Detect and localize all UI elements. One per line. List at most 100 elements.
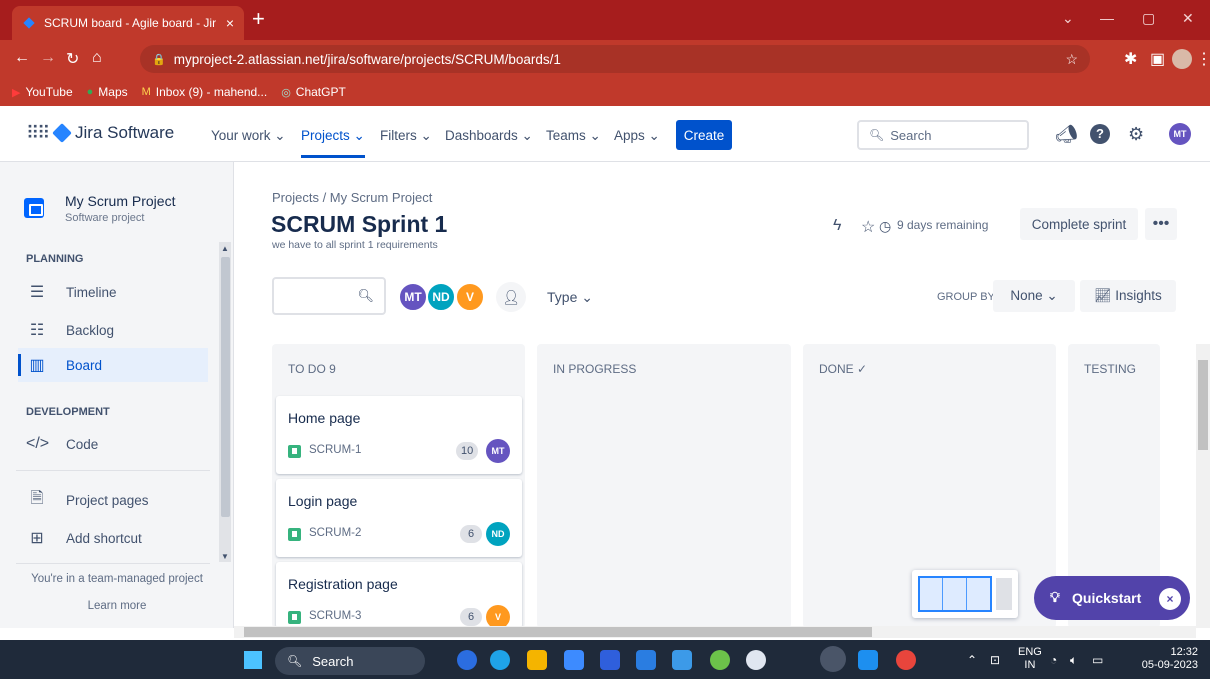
scroll-down-icon[interactable]: ▼ bbox=[221, 552, 229, 561]
sidebar-item-code[interactable]: </> Code bbox=[18, 427, 208, 461]
more-actions-button[interactable]: ••• bbox=[1145, 208, 1177, 240]
column-header: TO DO 9 bbox=[288, 362, 336, 376]
nav-projects[interactable]: Projects ⌄ bbox=[301, 128, 365, 158]
close-window-icon[interactable]: ✕ bbox=[1182, 10, 1194, 27]
nav-filters[interactable]: Filters ⌄ bbox=[380, 128, 432, 144]
jira-diamond-icon bbox=[52, 123, 72, 143]
complete-sprint-button[interactable]: Complete sprint bbox=[1020, 208, 1138, 240]
photos-icon[interactable] bbox=[672, 650, 692, 670]
sidebar-item-backlog[interactable]: ☷ Backlog bbox=[18, 313, 208, 347]
bookmark-youtube[interactable]: ▶ YouTube bbox=[12, 85, 73, 99]
jira-top-nav: ⠿⠿ Jira Software Your work ⌄ Projects ⌄ … bbox=[0, 106, 1210, 162]
help-icon[interactable]: ? bbox=[1090, 124, 1110, 144]
jira-logo[interactable]: Jira Software bbox=[52, 123, 174, 143]
bookmark-maps[interactable]: ● Maps bbox=[87, 85, 128, 99]
language-indicator[interactable]: ENG IN bbox=[1018, 646, 1042, 672]
nav-apps[interactable]: Apps ⌄ bbox=[614, 128, 660, 144]
back-icon[interactable]: ← bbox=[14, 49, 30, 67]
add-people-icon[interactable]: 👤︎ bbox=[496, 282, 526, 312]
vertical-scroll-thumb[interactable] bbox=[1198, 360, 1208, 450]
minimize-icon[interactable]: — bbox=[1100, 10, 1114, 26]
search-input[interactable]: 🔍︎ Search bbox=[857, 120, 1029, 150]
app-icon[interactable] bbox=[746, 650, 766, 670]
insights-button[interactable]: 📈︎ Insights bbox=[1080, 280, 1176, 312]
quickstart-button[interactable]: 💡︎ Quickstart × bbox=[1034, 576, 1190, 620]
notifications-icon[interactable]: 📣︎ bbox=[1055, 124, 1078, 145]
issue-card[interactable]: Login page SCRUM-2 6 ND bbox=[276, 479, 522, 557]
lightbulb-icon: 💡︎ bbox=[1050, 589, 1060, 605]
app-icon[interactable] bbox=[564, 650, 584, 670]
bookmark-gmail[interactable]: M Inbox (9) - mahend... bbox=[142, 85, 268, 99]
settings-gear-icon[interactable]: ⚙ bbox=[1128, 124, 1144, 145]
app-switcher-icon[interactable]: ⠿⠿ bbox=[26, 123, 50, 144]
address-bar[interactable]: 🔒 myproject-2.atlassian.net/jira/softwar… bbox=[140, 45, 1090, 73]
close-icon[interactable]: × bbox=[1159, 588, 1181, 610]
horizontal-scroll-thumb[interactable] bbox=[244, 627, 872, 637]
forward-icon[interactable]: → bbox=[40, 49, 56, 67]
new-tab-button[interactable]: + bbox=[252, 8, 265, 30]
sidebar-item-board[interactable]: ▥ Board bbox=[18, 348, 208, 382]
minimap-viewport[interactable] bbox=[918, 576, 992, 612]
store-icon[interactable] bbox=[600, 650, 620, 670]
create-button[interactable]: Create bbox=[676, 120, 732, 150]
sidebar-item-add-shortcut[interactable]: ⊞ Add shortcut bbox=[18, 521, 208, 555]
vscode-icon[interactable] bbox=[858, 650, 878, 670]
column-in-progress: IN PROGRESS bbox=[537, 344, 791, 628]
lightning-icon[interactable]: ϟ bbox=[833, 217, 841, 235]
chrome-icon[interactable] bbox=[896, 650, 916, 670]
taskbar-search[interactable]: 🔍︎ Search bbox=[275, 647, 425, 675]
assignee-avatar[interactable]: MT bbox=[486, 439, 510, 463]
nav-your-work[interactable]: Your work ⌄ bbox=[211, 128, 286, 144]
group-by-dropdown[interactable]: None ⌄ bbox=[993, 280, 1075, 312]
avatar[interactable]: V bbox=[455, 282, 485, 312]
scroll-up-icon[interactable]: ▲ bbox=[221, 244, 229, 253]
edge-icon[interactable] bbox=[490, 650, 510, 670]
issue-card[interactable]: Home page SCRUM-1 10 MT bbox=[276, 396, 522, 474]
mail-icon[interactable] bbox=[636, 650, 656, 670]
nav-teams[interactable]: Teams ⌄ bbox=[546, 128, 601, 144]
avatar[interactable]: ND bbox=[426, 282, 456, 312]
bookmark-star-icon[interactable]: ☆ bbox=[1065, 51, 1078, 68]
nav-dashboards[interactable]: Dashboards ⌄ bbox=[445, 128, 533, 144]
tray-app-icon[interactable]: ⊡ bbox=[990, 653, 1000, 667]
board-search-input[interactable]: 🔍︎ bbox=[272, 277, 386, 315]
browser-tab[interactable]: SCRUM board - Agile board - Jir × bbox=[12, 6, 244, 40]
file-explorer-icon[interactable] bbox=[527, 650, 547, 670]
learn-more-link[interactable]: Learn more bbox=[0, 600, 234, 612]
side-panel-icon[interactable]: ▣ bbox=[1150, 49, 1165, 69]
volume-icon[interactable]: 🔈︎ bbox=[1070, 653, 1077, 668]
tab-search-icon[interactable]: ⌄ bbox=[1062, 10, 1074, 27]
sidebar-item-timeline[interactable]: ☰ Timeline bbox=[18, 275, 208, 309]
project-name[interactable]: My Scrum Project bbox=[65, 193, 175, 209]
reload-icon[interactable]: ↻ bbox=[66, 49, 79, 69]
profile-avatar[interactable] bbox=[1172, 49, 1192, 69]
battery-icon[interactable]: ▭ bbox=[1092, 653, 1103, 667]
app-icon[interactable] bbox=[710, 650, 730, 670]
bookmark-chatgpt[interactable]: ◎ ChatGPT bbox=[281, 85, 346, 99]
board-minimap[interactable] bbox=[912, 570, 1018, 618]
project-type: Software project bbox=[65, 212, 145, 224]
assignee-avatar[interactable]: ND bbox=[486, 522, 510, 546]
windows-start-icon[interactable] bbox=[244, 651, 262, 669]
search-icon: 🔍︎ bbox=[869, 128, 885, 142]
profile-avatar[interactable]: MT bbox=[1169, 123, 1191, 145]
chrome-menu-icon[interactable]: ⋮ bbox=[1196, 49, 1210, 69]
card-title: Home page bbox=[288, 410, 361, 426]
breadcrumb[interactable]: Projects / My Scrum Project bbox=[272, 190, 432, 205]
star-icon[interactable]: ☆ bbox=[861, 217, 875, 237]
tray-chevron-icon[interactable]: ⌃ bbox=[967, 653, 977, 667]
tab-close-icon[interactable]: × bbox=[226, 15, 234, 31]
chart-icon: 📈︎ bbox=[1094, 288, 1112, 303]
bing-icon[interactable] bbox=[457, 650, 477, 670]
home-icon[interactable]: ⌂ bbox=[92, 49, 102, 67]
restore-icon[interactable]: ▢ bbox=[1142, 10, 1155, 27]
chrome-dev-icon[interactable] bbox=[820, 646, 846, 672]
extensions-icon[interactable]: ✱ bbox=[1124, 49, 1137, 69]
clock[interactable]: 12:32 05-09-2023 bbox=[1138, 646, 1198, 672]
sidebar-scroll-thumb[interactable] bbox=[221, 257, 230, 517]
type-filter-dropdown[interactable]: Type ⌄ bbox=[547, 289, 593, 306]
sidebar-item-project-pages[interactable]: 🗎︎ Project pages bbox=[18, 483, 208, 517]
issue-card[interactable]: Registration page SCRUM-3 6 V bbox=[276, 562, 522, 629]
avatar[interactable]: MT bbox=[398, 282, 428, 312]
wifi-icon[interactable]: ◔ bbox=[1050, 653, 1057, 667]
